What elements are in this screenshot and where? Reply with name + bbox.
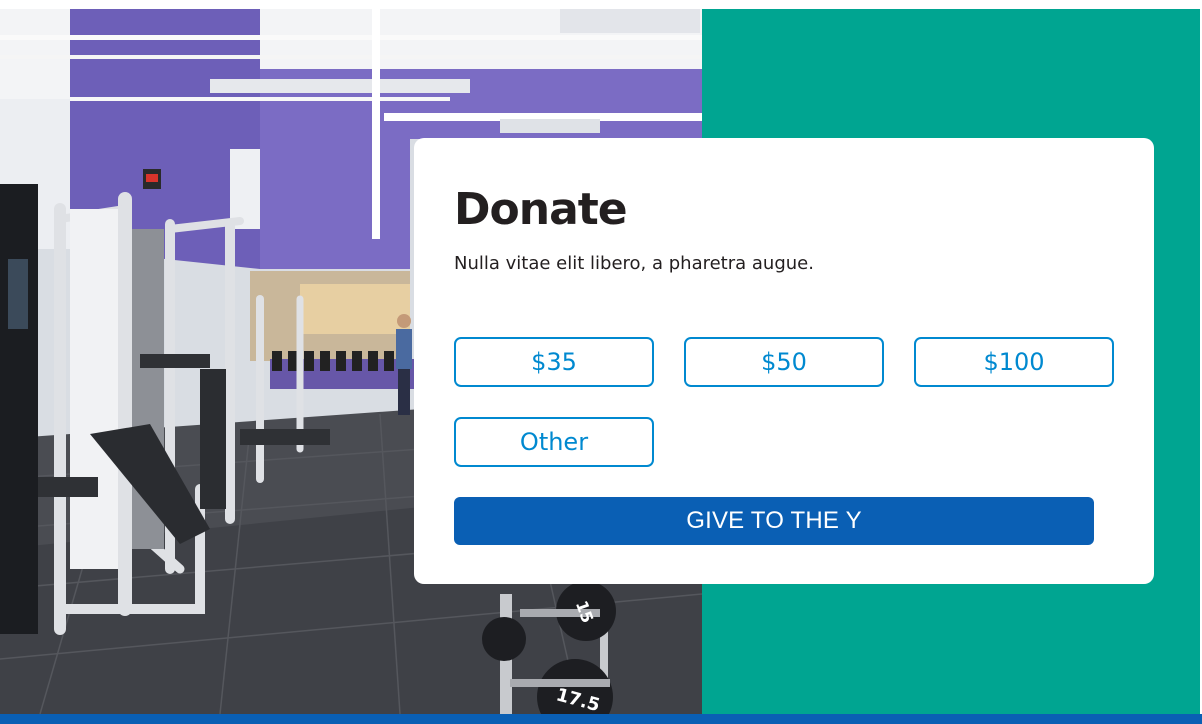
amount-100-button[interactable]: $100 <box>914 337 1114 387</box>
top-strip <box>0 0 1202 9</box>
give-to-the-y-button[interactable]: GIVE TO THE Y <box>454 497 1094 545</box>
amount-50-button[interactable]: $50 <box>684 337 884 387</box>
donate-title: Donate <box>454 184 628 235</box>
amount-35-button[interactable]: $35 <box>454 337 654 387</box>
bottom-blue-bar <box>0 714 1202 724</box>
donate-subtitle: Nulla vitae elit libero, a pharetra augu… <box>454 253 814 274</box>
donate-card: Donate Nulla vitae elit libero, a pharet… <box>414 138 1154 584</box>
amount-other-button[interactable]: Other <box>454 417 654 467</box>
